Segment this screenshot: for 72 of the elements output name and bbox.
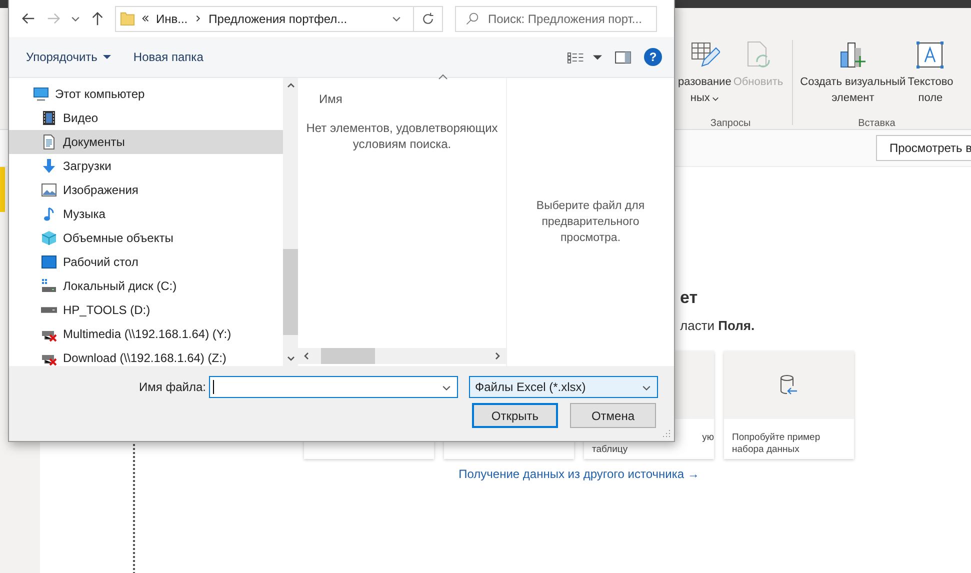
chevron-down-icon[interactable]	[442, 383, 451, 392]
desktop-icon	[41, 254, 57, 270]
chevron-right-icon	[194, 14, 203, 23]
database-arrow-icon	[779, 374, 799, 396]
ribbon-group-label: Запросы	[710, 118, 751, 129]
sort-caret-icon	[438, 74, 448, 80]
nav-item[interactable]: Видео	[9, 106, 283, 130]
ribbon-button[interactable]: Создать визуальный элемент	[799, 40, 907, 112]
back-arrow-icon[interactable]	[21, 11, 36, 26]
instruction-text: ласти Поля.	[680, 317, 756, 335]
other-source-link[interactable]: Получение данных из другого источника →	[458, 467, 700, 481]
heading: ет	[680, 287, 699, 309]
data-source-card[interactable]: Попробуйте пример набора данных	[724, 351, 854, 459]
text-box-icon	[915, 40, 946, 70]
nav-item[interactable]: Документы	[9, 130, 283, 154]
bar-chart-plus-icon	[838, 40, 868, 70]
file-name-label: Имя файла:	[138, 380, 207, 394]
table-pencil-icon	[690, 40, 720, 70]
film-icon	[41, 110, 57, 126]
chevron-down-icon[interactable]	[392, 14, 401, 23]
nav-item[interactable]: Download (\\192.168.1.64) (Z:)	[9, 346, 283, 370]
file-name-field[interactable]	[209, 376, 458, 398]
vertical-scrollbar[interactable]	[283, 78, 298, 366]
breadcrumb[interactable]: Предложения портфел...	[208, 12, 348, 26]
nav-item[interactable]: Изображения	[9, 178, 283, 202]
active-indicator	[0, 167, 5, 212]
card-text: Попробуйте пример набора данных	[732, 432, 822, 456]
nav-item[interactable]: Локальный диск (C:)	[9, 274, 283, 298]
document-icon	[41, 134, 57, 150]
nav-item[interactable]: Объемные объекты	[9, 226, 283, 250]
preview-pane-icon[interactable]	[614, 50, 632, 64]
text-cursor	[213, 380, 214, 394]
folder-icon	[120, 11, 135, 26]
up-arrow-icon[interactable]	[90, 11, 105, 26]
caret-down-icon[interactable]	[593, 52, 602, 62]
caret-down-icon	[103, 53, 112, 61]
empty-message: Нет элементов, удовлетворяющих условиям поиска.	[305, 120, 499, 153]
preview-message: Выберите файл для предварительного просмотра.	[535, 199, 646, 246]
refresh-icon	[421, 12, 435, 26]
nav-item[interactable]: Музыка	[9, 202, 283, 226]
file-type-dropdown[interactable]: Файлы Excel (*.xlsx)	[469, 376, 658, 398]
chevron-down-icon[interactable]	[71, 14, 80, 23]
down-arrow-icon	[41, 158, 57, 174]
dialog-button[interactable]: Отмена	[570, 403, 656, 428]
address-bar[interactable]: Инв... Предложения портфел...	[115, 6, 443, 32]
card-text: таблицу	[592, 444, 629, 456]
nav-item[interactable]: Загрузки	[9, 154, 283, 178]
help-button[interactable]: ?	[644, 48, 662, 66]
new-folder-button[interactable]: Новая папка	[128, 46, 208, 68]
picture-icon	[41, 182, 57, 198]
dialog-button[interactable]: Открыть	[472, 403, 558, 428]
double-chevron-icon	[141, 14, 150, 23]
search-field[interactable]: Поиск: Предложения порт...	[455, 6, 657, 32]
card-text: ую	[702, 432, 714, 444]
nav-item[interactable]: Multimedia (\\192.168.1.64) (Y:)	[9, 322, 283, 346]
monitor-icon	[33, 86, 49, 102]
nav-item[interactable]: Этот компьютер	[9, 82, 283, 106]
search-icon	[465, 12, 479, 26]
breadcrumb[interactable]: Инв...	[156, 12, 188, 26]
nav-item[interactable]: HP_TOOLS (D:)	[9, 298, 283, 322]
horizontal-scrollbar[interactable]	[298, 348, 506, 364]
nav-item[interactable]: Рабочий стол	[9, 250, 283, 274]
resize-grip-icon[interactable]	[661, 428, 671, 438]
organize-button[interactable]: Упорядочить	[21, 46, 116, 68]
chevron-down-icon	[712, 94, 719, 102]
ribbon-button[interactable]: разование ных	[677, 40, 732, 112]
column-header[interactable]: Имя	[319, 92, 342, 106]
ribbon-button[interactable]: Текстово поле	[906, 40, 954, 112]
cube-icon	[41, 230, 57, 246]
ribbon-group-label: Вставка	[858, 118, 896, 129]
drive-icon	[41, 278, 57, 294]
view-options-icon[interactable]	[567, 50, 585, 64]
